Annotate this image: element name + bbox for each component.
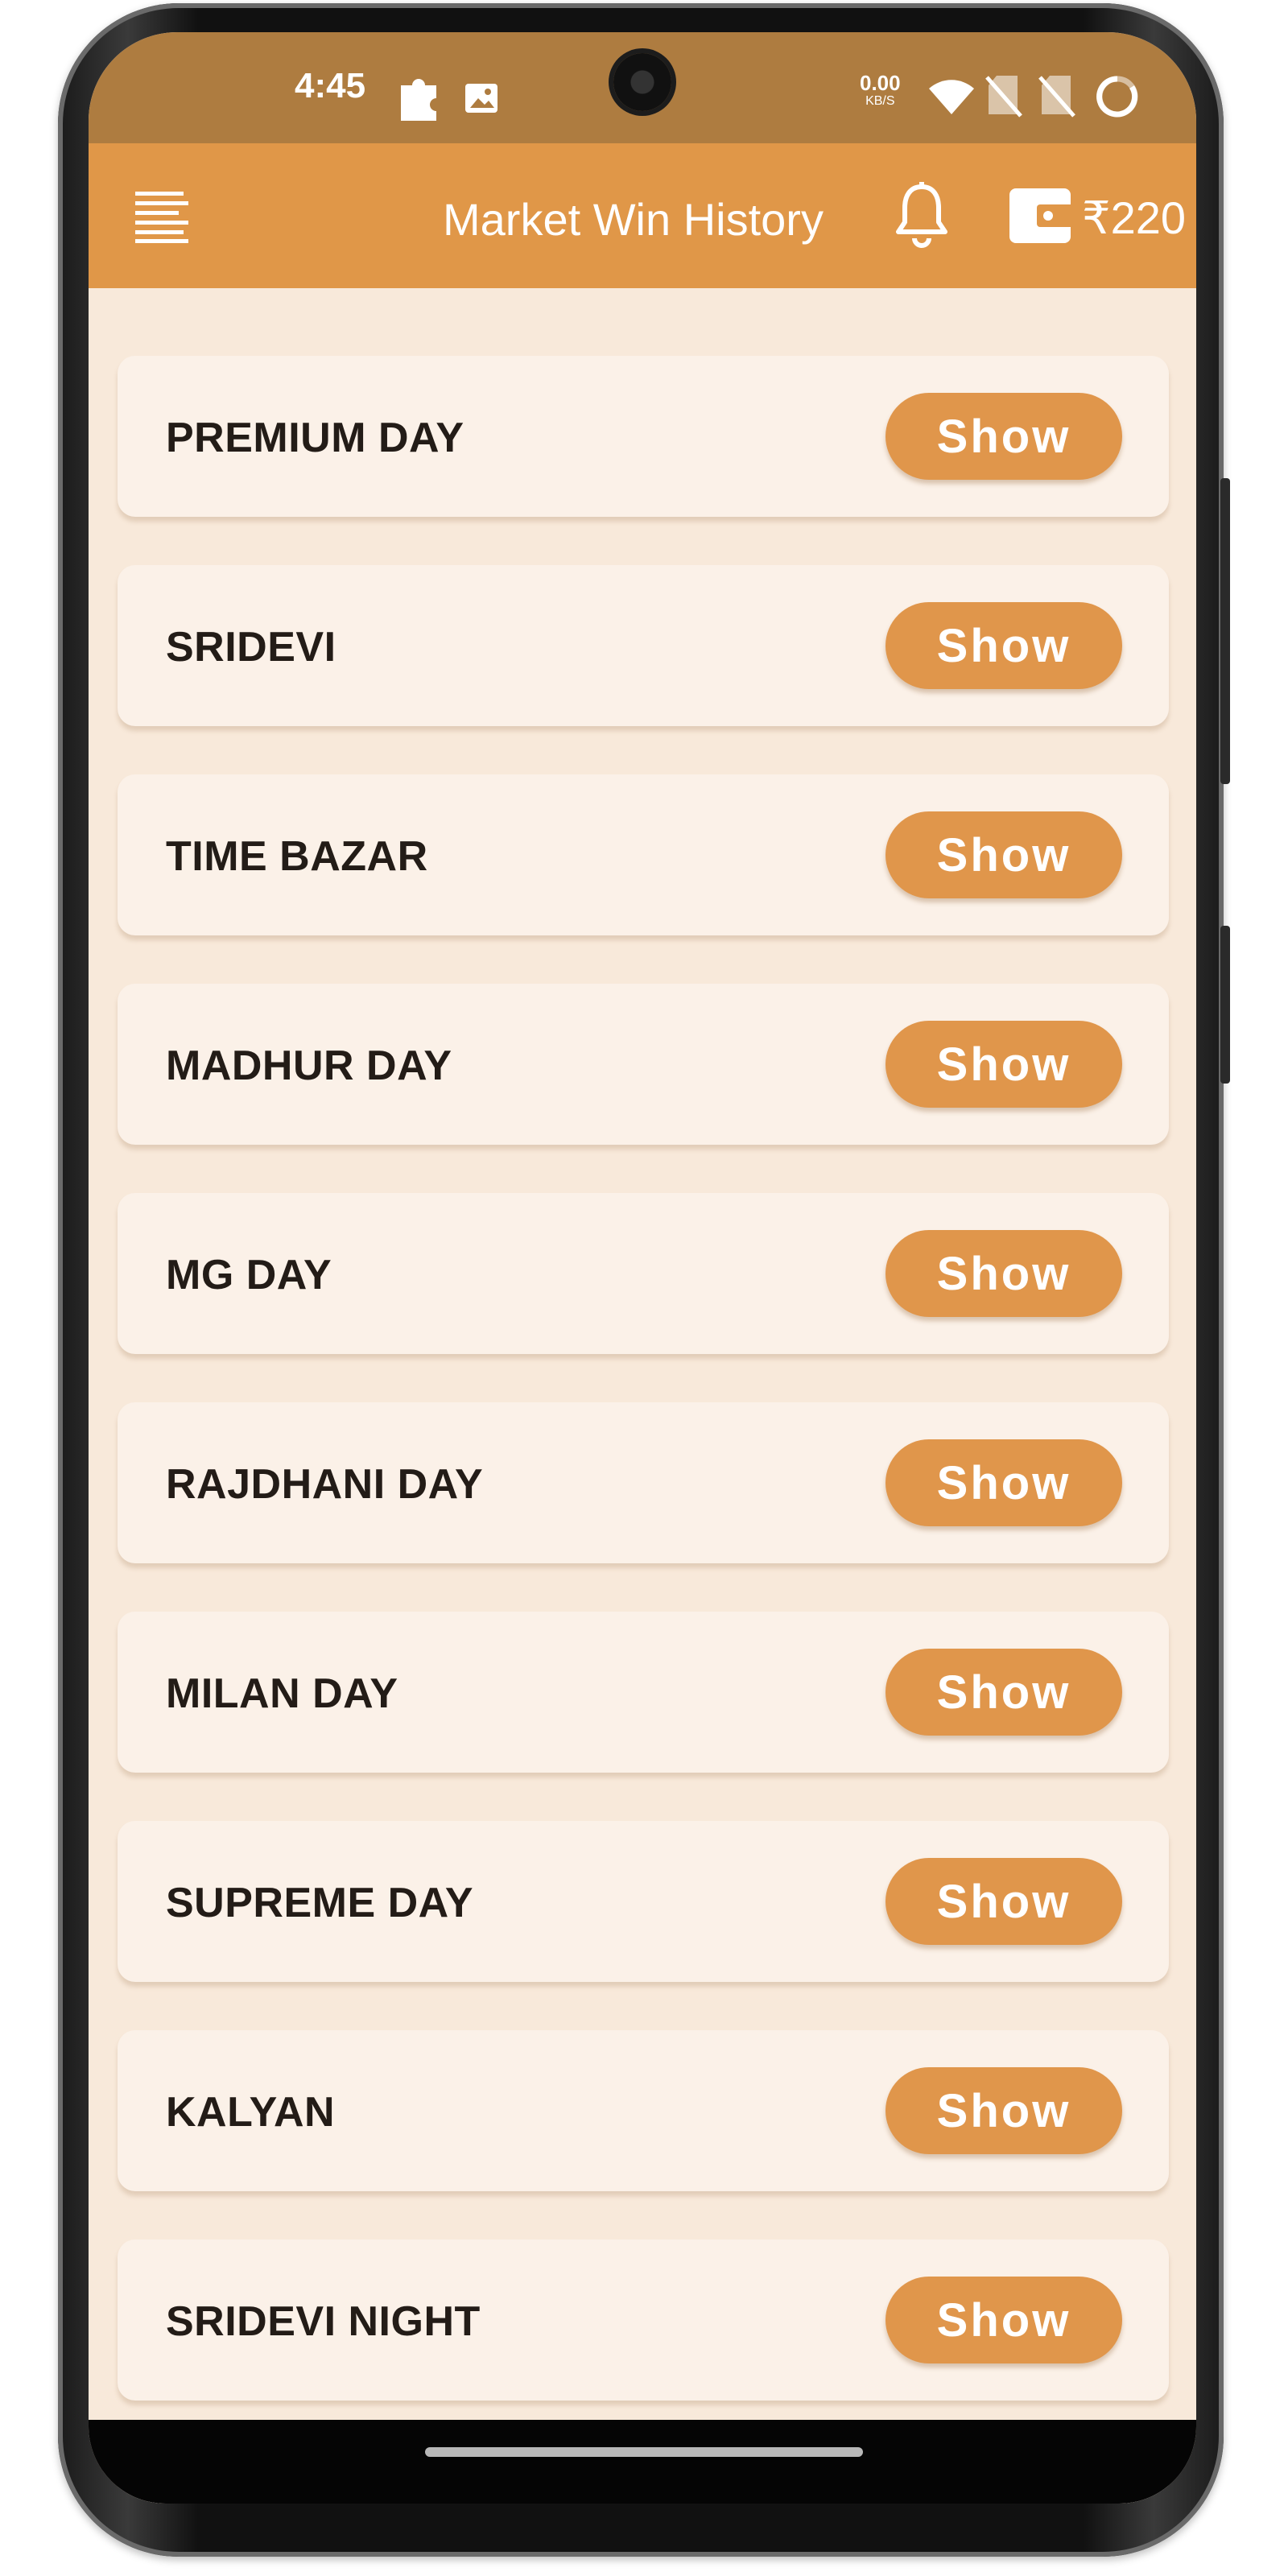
market-name: TIME BAZAR: [166, 833, 428, 880]
front-camera: [613, 53, 671, 111]
show-button[interactable]: Show: [886, 1858, 1122, 1945]
show-button[interactable]: Show: [886, 602, 1122, 689]
show-button[interactable]: Show: [886, 811, 1122, 898]
show-button[interactable]: Show: [886, 1021, 1122, 1108]
volume-button: [1220, 926, 1230, 1084]
power-button: [1220, 478, 1230, 784]
app-bar: Market Win History ₹220: [89, 143, 1196, 288]
list-item: MILAN DAY Show: [118, 1612, 1169, 1773]
status-bar: 4:45 0.00 KB/S: [89, 32, 1196, 143]
list-item: PREMIUM DAY Show: [118, 356, 1169, 517]
show-button[interactable]: Show: [886, 393, 1122, 480]
market-name: PREMIUM DAY: [166, 415, 464, 461]
no-sim-icon: [985, 76, 1022, 118]
show-button[interactable]: Show: [886, 2067, 1122, 2154]
network-speed-value: 0.00: [860, 71, 901, 95]
market-name: MADHUR DAY: [166, 1042, 452, 1089]
wallet-icon[interactable]: [1006, 185, 1074, 246]
show-button[interactable]: Show: [886, 2277, 1122, 2363]
list-item: TIME BAZAR Show: [118, 774, 1169, 935]
bell-icon[interactable]: [894, 182, 950, 250]
list-item: MADHUR DAY Show: [118, 984, 1169, 1145]
image-icon: [465, 84, 497, 113]
network-speed-unit: KB/S: [865, 94, 895, 108]
page-title: Market Win History: [443, 194, 824, 245]
network-speed: 0.00 KB/S: [860, 72, 901, 108]
list-item: MG DAY Show: [118, 1193, 1169, 1354]
market-name: SUPREME DAY: [166, 1880, 474, 1926]
show-button[interactable]: Show: [886, 1439, 1122, 1526]
system-nav-bar: [89, 2420, 1196, 2504]
status-time: 4:45: [295, 66, 366, 105]
puzzle-icon: [401, 79, 436, 121]
show-button[interactable]: Show: [886, 1230, 1122, 1317]
no-sim-icon: [1038, 76, 1075, 118]
show-button[interactable]: Show: [886, 1649, 1122, 1736]
market-name: SRIDEVI NIGHT: [166, 2298, 481, 2345]
market-name: KALYAN: [166, 2089, 336, 2136]
wifi-icon: [929, 80, 974, 114]
list-item: SRIDEVI NIGHT Show: [118, 2240, 1169, 2401]
list-item: RAJDHANI DAY Show: [118, 1402, 1169, 1563]
menu-icon[interactable]: [134, 188, 192, 243]
market-name: RAJDHANI DAY: [166, 1461, 484, 1508]
screen: 4:45 0.00 KB/S Market Win History ₹220 P…: [89, 32, 1196, 2504]
market-name: MG DAY: [166, 1252, 332, 1298]
wallet-balance[interactable]: ₹220: [1082, 192, 1186, 245]
market-name: SRIDEVI: [166, 624, 336, 671]
battery-ring-icon: [1096, 76, 1138, 118]
market-name: MILAN DAY: [166, 1670, 398, 1717]
list-item: SRIDEVI Show: [118, 565, 1169, 726]
home-gesture-bar[interactable]: [425, 2447, 863, 2457]
list-item: SUPREME DAY Show: [118, 1821, 1169, 1982]
list-item: KALYAN Show: [118, 2030, 1169, 2191]
